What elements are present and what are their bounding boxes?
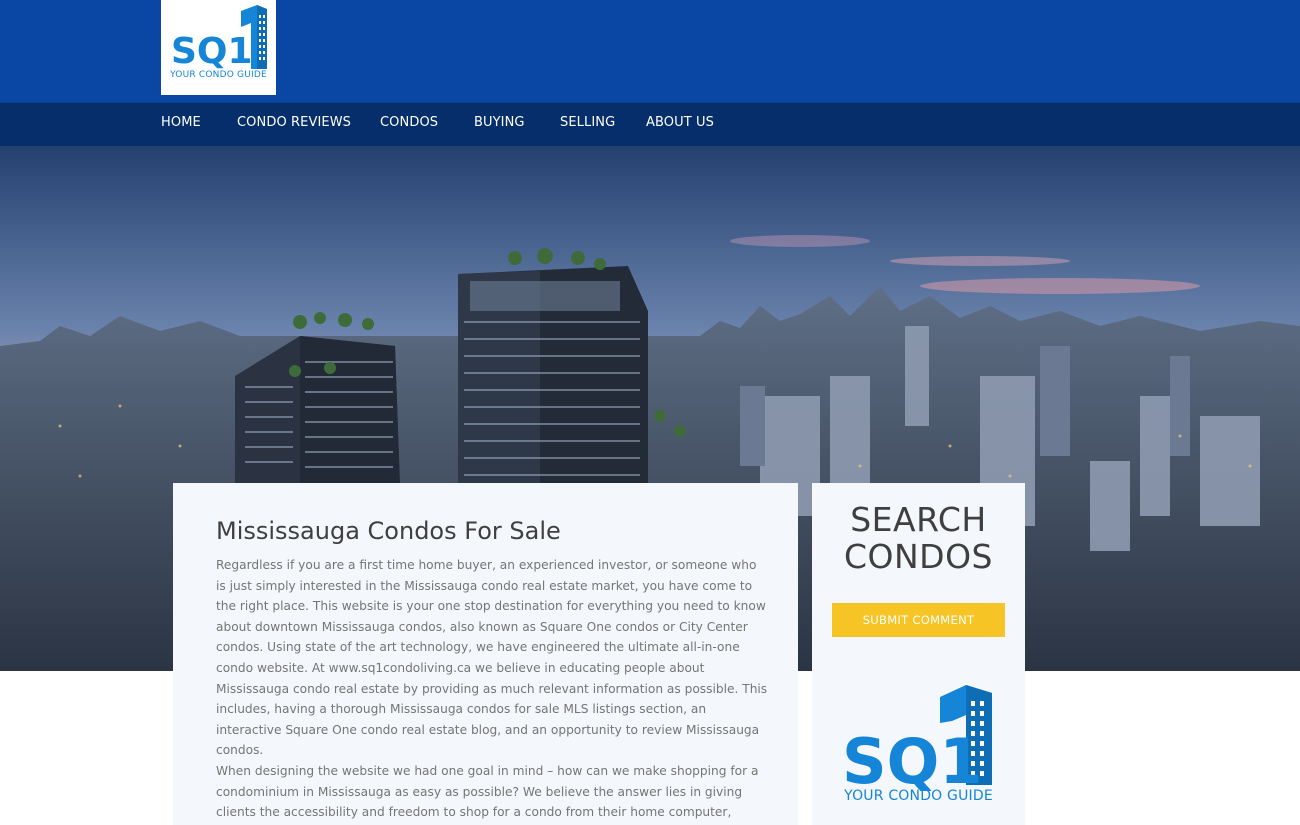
svg-text:SQ1: SQ1 <box>171 31 253 71</box>
nav-item-condo-reviews[interactable]: CONDO REVIEWS <box>237 115 351 130</box>
logo-tagline: YOUR CONDO GUIDE <box>170 70 267 80</box>
nav-item-about-us[interactable]: ABOUT US <box>646 115 714 130</box>
nav-item-buying[interactable]: BUYING <box>474 115 525 130</box>
nav-item-condos[interactable]: CONDOS <box>380 115 438 130</box>
main-nav: HOME CONDO REVIEWS CONDOS BUYING SELLING… <box>0 102 1300 146</box>
nav-item-selling[interactable]: SELLING <box>560 115 615 130</box>
site-header: SQ1 YOUR CONDO GUIDE <box>0 0 1300 102</box>
intro-paragraph-2: When designing the website we had one go… <box>216 763 759 820</box>
intro-text: Regardless if you are a first time home … <box>216 555 769 825</box>
intro-card: Mississauga Condos For Sale Regardless i… <box>173 483 798 825</box>
intro-paragraph-1: Regardless if you are a first time home … <box>216 558 768 758</box>
page-title: Mississauga Condos For Sale <box>216 517 561 545</box>
sq1-logo-icon: SQ1 <box>171 5 267 71</box>
sidebar-title: SEARCH CONDOS <box>812 501 1025 575</box>
sidebar-logo-tagline: YOUR CONDO GUIDE <box>844 788 993 804</box>
submit-comment-button[interactable]: SUBMIT COMMENT <box>832 603 1005 637</box>
sidebar-logo-icon: SQ1 <box>842 685 992 791</box>
svg-text:SQ1: SQ1 <box>842 725 983 791</box>
sidebar-title-line2: CONDOS <box>843 537 994 576</box>
search-sidebar: SEARCH CONDOS SUBMIT COMMENT SQ1 YOUR CO… <box>812 483 1025 825</box>
nav-item-home[interactable]: HOME <box>161 115 201 130</box>
sidebar-title-line1: SEARCH <box>850 500 987 539</box>
site-logo[interactable]: SQ1 YOUR CONDO GUIDE <box>161 0 276 95</box>
